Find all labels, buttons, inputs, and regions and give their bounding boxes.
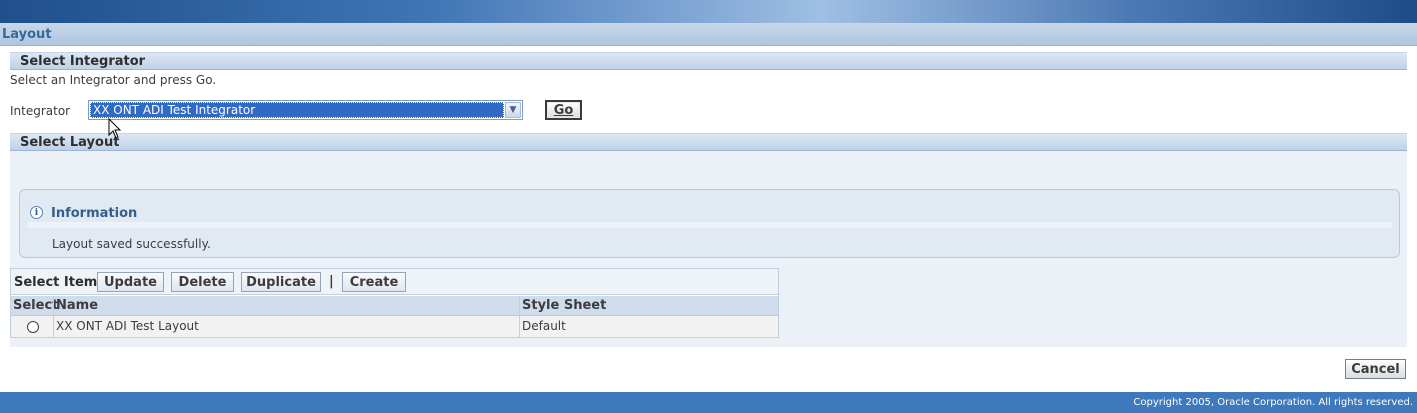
- duplicate-button-label: Duplicate: [246, 274, 316, 290]
- column-header-select: Select: [13, 298, 59, 313]
- copyright-text: Copyright 2005, Oracle Corporation. All …: [1133, 397, 1413, 408]
- select-integrator-header: Select Integrator: [10, 52, 1407, 70]
- delete-button-label: Delete: [178, 274, 227, 290]
- table-header-row: Select Name Style Sheet: [11, 296, 778, 316]
- page-title: Layout: [2, 27, 52, 42]
- column-divider: [519, 296, 520, 337]
- create-button-label: Create: [349, 274, 399, 290]
- column-header-name: Name: [56, 298, 99, 313]
- column-header-style-sheet: Style Sheet: [522, 298, 607, 313]
- select-integrator-title: Select Integrator: [20, 54, 146, 69]
- integrator-label: Integrator: [10, 104, 71, 118]
- go-button-label: Go: [553, 102, 574, 118]
- toolbar-separator: |: [329, 274, 334, 289]
- info-icon: i: [30, 206, 43, 219]
- information-message-box: i Information Layout saved successfully.: [19, 189, 1400, 258]
- table-row: XX ONT ADI Test Layout Default: [11, 316, 778, 337]
- row-name: XX ONT ADI Test Layout: [56, 319, 199, 333]
- select-layout-header: Select Layout: [10, 133, 1407, 151]
- row-style-sheet: Default: [522, 319, 566, 333]
- chevron-down-icon[interactable]: ▼: [505, 102, 521, 118]
- table-toolbar: Select Item Update Delete Duplicate | Cr…: [11, 269, 778, 295]
- integrator-selected-value[interactable]: XX ONT ADI Test Integrator: [90, 102, 504, 118]
- duplicate-button[interactable]: Duplicate: [241, 272, 321, 292]
- information-title: Information: [51, 206, 138, 221]
- row-select-radio[interactable]: [27, 321, 39, 333]
- instruction-text: Select an Integrator and press Go.: [10, 73, 217, 87]
- select-item-label: Select Item: [14, 275, 98, 290]
- delete-button[interactable]: Delete: [171, 272, 234, 292]
- layout-table: Select Item Update Delete Duplicate | Cr…: [10, 268, 779, 338]
- integrator-select[interactable]: XX ONT ADI Test Integrator ▼: [88, 100, 523, 120]
- top-banner: [0, 0, 1417, 23]
- mouse-pointer-icon: [108, 118, 122, 139]
- update-button[interactable]: Update: [97, 272, 164, 292]
- information-message: Layout saved successfully.: [52, 237, 211, 251]
- column-divider: [53, 296, 54, 337]
- select-layout-title: Select Layout: [20, 135, 120, 150]
- information-divider: [28, 222, 1392, 228]
- create-button[interactable]: Create: [342, 272, 406, 292]
- cancel-button-label: Cancel: [1351, 361, 1400, 377]
- page-header: Layout: [0, 23, 1417, 46]
- cancel-button[interactable]: Cancel: [1345, 359, 1406, 379]
- footer-bar: Copyright 2005, Oracle Corporation. All …: [0, 392, 1417, 413]
- go-button[interactable]: Go: [545, 100, 582, 120]
- update-button-label: Update: [104, 274, 157, 290]
